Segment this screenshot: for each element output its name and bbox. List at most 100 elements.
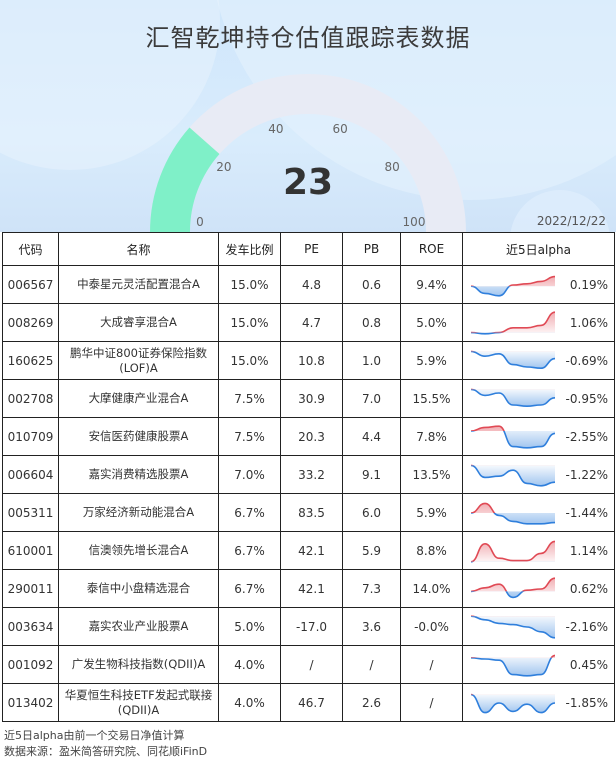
cell-pb: 1.0 (342, 341, 401, 380)
table-row: 008269 大成睿享混合A 15.0% 4.7 0.8 5.0% 1.06% (2, 303, 615, 342)
cell-name: 大摩健康产业混合A (58, 379, 219, 418)
alpha-sparkline (470, 693, 556, 713)
cell-alpha: -1.44% (462, 493, 615, 532)
cell-roe: 5.9% (400, 493, 463, 532)
cell-name: 广发生物科技指数(QDII)A (58, 645, 219, 684)
cell-pb: 3.6 (342, 607, 401, 646)
cell-ratio: 6.7% (218, 531, 281, 570)
cell-ratio: 6.7% (218, 569, 281, 608)
alpha-value: -1.22% (565, 467, 608, 482)
gauge-tick-label: 100 (403, 215, 426, 229)
cell-alpha: 0.62% (462, 569, 615, 608)
alpha-sparkline-wrap: -2.16% (463, 608, 614, 645)
gauge-tick-label: 60 (332, 122, 347, 136)
alpha-value: 0.19% (569, 277, 608, 292)
cell-pb: 5.9 (342, 531, 401, 570)
cell-pe: / (280, 645, 343, 684)
alpha-sparkline-wrap: -1.44% (463, 494, 614, 531)
alpha-sparkline (470, 464, 556, 487)
page-title: 汇智乾坤持仓估值跟踪表数据 (145, 24, 471, 52)
cell-code: 290011 (2, 569, 59, 608)
cell-code: 008269 (2, 303, 59, 342)
cell-ratio: 7.5% (218, 417, 281, 456)
cell-pb: / (342, 645, 401, 684)
cell-pe: 46.7 (280, 683, 343, 722)
alpha-sparkline-wrap: 1.06% (463, 304, 614, 341)
col-header-roe: ROE (400, 232, 463, 266)
alpha-sparkline (470, 310, 556, 335)
alpha-value: -0.95% (565, 391, 608, 406)
date-label: 2022/12/22 (536, 214, 606, 228)
cell-pb: 0.8 (342, 303, 401, 342)
cell-pe: 20.3 (280, 417, 343, 456)
alpha-sparkline-wrap: 0.62% (463, 570, 614, 607)
cell-pe: 83.5 (280, 493, 343, 532)
cell-alpha: 0.45% (462, 645, 615, 684)
cell-roe: / (400, 683, 463, 722)
cell-ratio: 5.0% (218, 607, 281, 646)
cell-roe: 13.5% (400, 455, 463, 494)
cell-pe: 4.8 (280, 265, 343, 304)
footer-source: 数据来源：盈米简答研究院、同花顺iFinD (4, 745, 208, 758)
alpha-value: 1.06% (569, 315, 608, 330)
cell-alpha: -2.16% (462, 607, 615, 646)
cell-code: 013402 (2, 683, 59, 722)
cell-ratio: 6.7% (218, 493, 281, 532)
table-header-row: 代码 名称 发车比例 PE PB ROE 近5日alpha (2, 232, 615, 266)
holdings-table-wrap: 代码 名称 发车比例 PE PB ROE 近5日alpha 006567 中泰星元… (2, 232, 615, 722)
table-row: 013402 华夏恒生科技ETF发起式联接(QDII)A 4.0% 46.7 2.6/ -… (2, 683, 615, 722)
table-row: 006604 嘉实消费精选股票A 7.0% 33.2 9.1 13.5% -1.22% (2, 455, 615, 494)
col-header-name: 名称 (58, 232, 219, 266)
cell-ratio: 4.0% (218, 645, 281, 684)
gauge-tick-label: 20 (216, 160, 231, 174)
alpha-sparkline (470, 388, 556, 407)
alpha-sparkline (470, 350, 556, 369)
alpha-value: 0.45% (569, 657, 608, 672)
cell-pb: 9.1 (342, 455, 401, 494)
cell-pb: 7.3 (342, 569, 401, 608)
alpha-sparkline (470, 540, 556, 563)
cell-name: 信澳领先增长混合A (58, 531, 219, 570)
cell-code: 002708 (2, 379, 59, 418)
cell-pb: 6.0 (342, 493, 401, 532)
cell-name: 泰信中小盘精选混合 (58, 569, 219, 608)
alpha-sparkline-wrap: -1.85% (463, 684, 614, 721)
footer: 近5日alpha由前一个交易日净值计算 数据来源：盈米简答研究院、同花顺iFin… (4, 728, 207, 760)
cell-pe: 42.1 (280, 531, 343, 570)
cell-code: 010709 (2, 417, 59, 456)
col-header-pe: PE (280, 232, 343, 266)
gauge-value: 23 (283, 162, 333, 203)
cell-code: 160625 (2, 341, 59, 380)
cell-pe: 4.7 (280, 303, 343, 342)
cell-name: 华夏恒生科技ETF发起式联接(QDII)A (58, 683, 219, 722)
cell-roe: 7.8% (400, 417, 463, 456)
gauge-tick-label: 0 (196, 215, 204, 229)
valuation-header: 0 20 40 60 80 100 23 汇智乾坤持仓估值跟踪表数据 2022/12/22 (0, 0, 616, 232)
alpha-sparkline-wrap: 0.45% (463, 646, 614, 683)
alpha-sparkline-wrap: 0.19% (463, 266, 614, 303)
table-row: 160625 鹏华中证800证券保险指数(LOF)A 15.0% 10.8 1.0 5.9… (2, 341, 615, 380)
cell-alpha: -1.22% (462, 455, 615, 494)
cell-name: 大成睿享混合A (58, 303, 219, 342)
cell-roe: 8.8% (400, 531, 463, 570)
table-row: 290011 泰信中小盘精选混合 6.7% 42.1 7.3 14.0% 0.62% (2, 569, 615, 608)
alpha-sparkline-wrap: -0.95% (463, 380, 614, 417)
cell-ratio: 15.0% (218, 341, 281, 380)
alpha-value: -2.55% (565, 429, 608, 444)
cell-ratio: 7.5% (218, 379, 281, 418)
cell-code: 610001 (2, 531, 59, 570)
alpha-value: 0.62% (569, 581, 608, 596)
alpha-sparkline (470, 275, 556, 297)
alpha-sparkline-wrap: -1.22% (463, 456, 614, 493)
cell-roe: 15.5% (400, 379, 463, 418)
cell-pe: -17.0 (280, 607, 343, 646)
cell-alpha: -2.55% (462, 417, 615, 456)
cell-code: 006604 (2, 455, 59, 494)
cell-code: 005311 (2, 493, 59, 532)
alpha-value: -2.16% (565, 619, 608, 634)
cell-alpha: 1.14% (462, 531, 615, 570)
gauge-tick-label: 80 (384, 160, 399, 174)
alpha-sparkline (470, 424, 556, 449)
alpha-sparkline-wrap: 1.14% (463, 532, 614, 569)
cell-ratio: 15.0% (218, 265, 281, 304)
